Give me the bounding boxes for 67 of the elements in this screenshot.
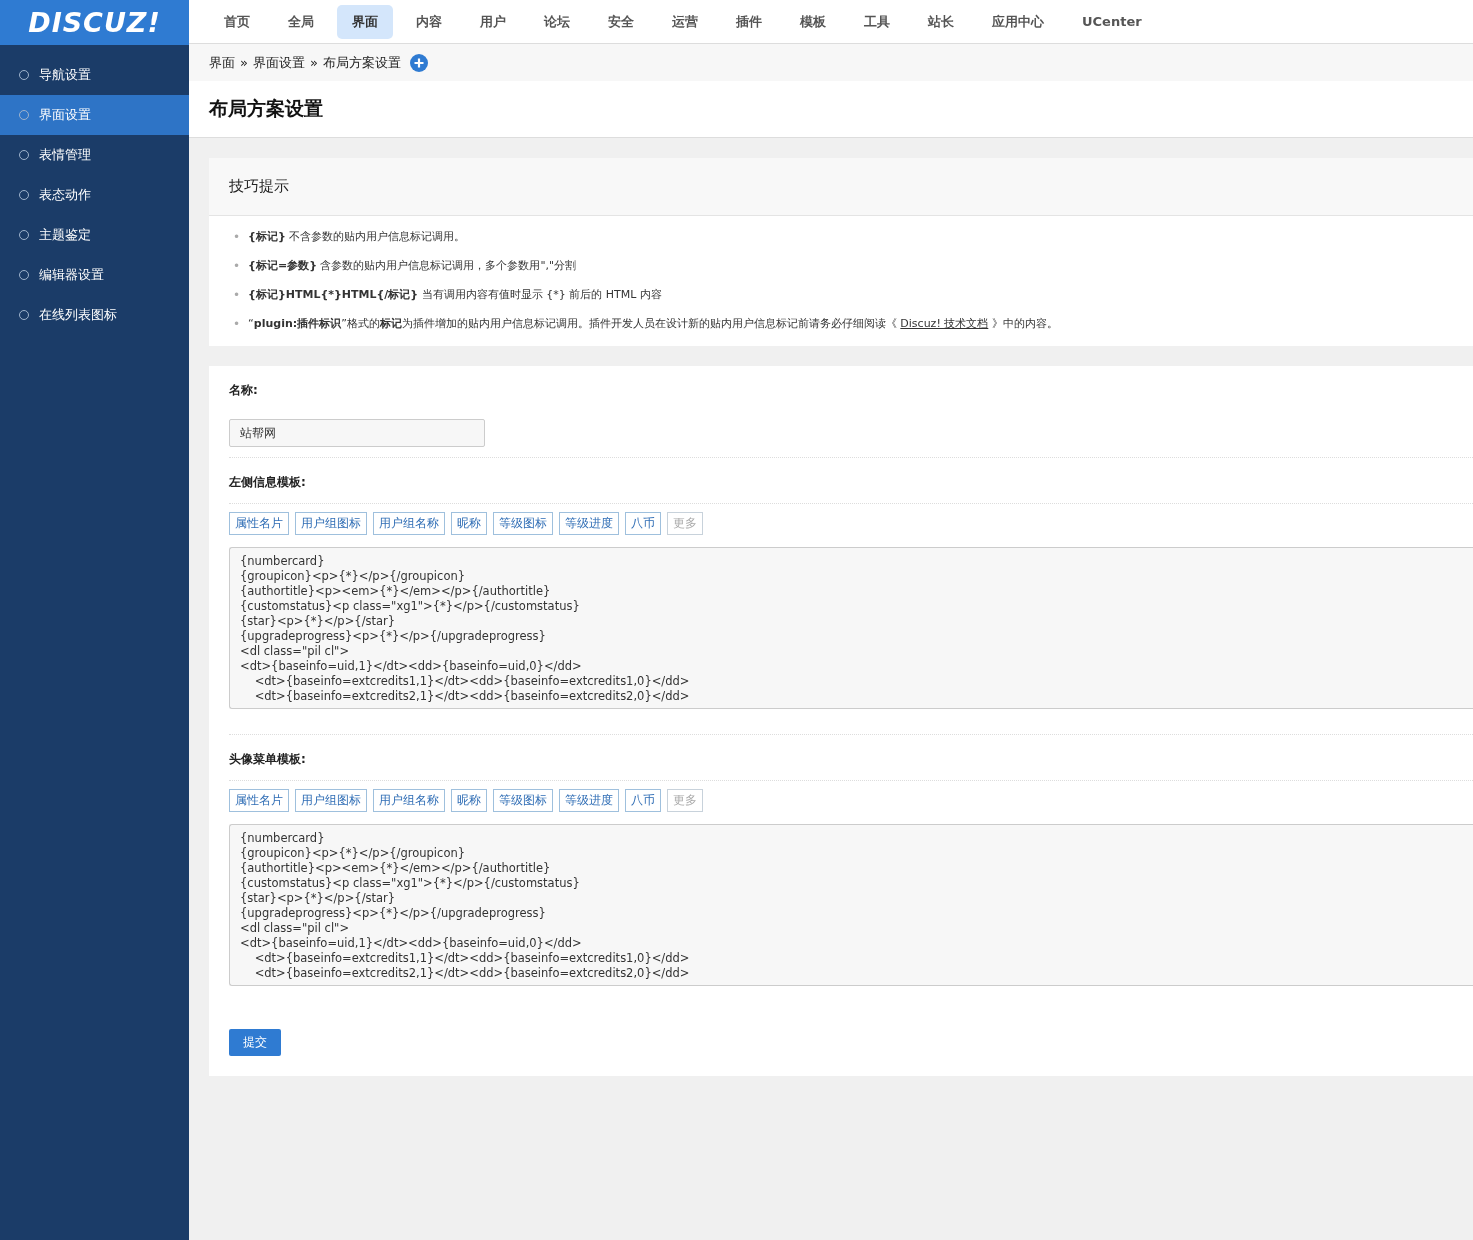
logo: DISCUZ! xyxy=(0,0,189,45)
nav-tab[interactable]: 安全 xyxy=(593,4,649,39)
breadcrumb-item[interactable]: 界面 xyxy=(209,53,235,72)
sidebar-item[interactable]: 表态动作 xyxy=(0,175,189,215)
insert-tag-button[interactable]: 用户组名称 xyxy=(373,789,445,812)
template-textarea[interactable]: {numbercard} {groupicon}<p>{*}</p>{/groupicon} {authortitle}<p><em>{*}</em></p>{/authortitle} {customstatus}<p class="xg1">{*}</p>{/customstatus} {star}<p>{*}</p>{/star} {upgradeprogress}<p>{*}</p>{/upgradeprogress} <dl class="pil cl"> <dt>{baseinfo=uid,1}</dt><dd>{baseinfo=uid,0}</dd> <dt>{baseinfo=extcredits1,1}</dt><dd>{baseinfo=extcredits1,0}</dd> <dt>{baseinfo=extcredits2,1}</dt><dd>{baseinfo=extcredits2,0}</dd> xyxy=(229,824,1473,986)
name-input[interactable]: 站帮网 xyxy=(229,419,485,447)
sidebar-item-label: 界面设置 xyxy=(39,106,91,124)
nav-tab[interactable]: 用户 xyxy=(465,4,521,39)
bullet: • xyxy=(233,315,241,332)
tip-text: {标记} 不含参数的贴内用户信息标记调用。 xyxy=(248,228,466,245)
doc-link[interactable]: Discuz! 技术文档 xyxy=(900,316,989,330)
insert-tag-button[interactable]: 八币 xyxy=(625,789,661,812)
nav-tab[interactable]: 界面 xyxy=(337,4,393,39)
tip-text: {标记=参数} 含参数的贴内用户信息标记调用，多个参数用","分割 xyxy=(248,257,577,274)
insert-tag-button[interactable]: 用户组图标 xyxy=(295,512,367,535)
insert-tag-button[interactable]: 用户组图标 xyxy=(295,789,367,812)
bullet: • xyxy=(233,286,241,303)
nav-tab[interactable]: UCenter xyxy=(1067,6,1157,37)
field-label: 名称: xyxy=(229,382,259,399)
sidebar-item[interactable]: 主题鉴定 xyxy=(0,215,189,255)
nav-tab[interactable]: 工具 xyxy=(849,4,905,39)
insert-tag-button[interactable]: 等级进度 xyxy=(559,789,619,812)
bullet: • xyxy=(233,228,241,245)
nav-tab[interactable]: 模板 xyxy=(785,4,841,39)
breadcrumb-item[interactable]: 布局方案设置 xyxy=(322,53,401,72)
nav-tab[interactable]: 内容 xyxy=(401,4,457,39)
sidebar-item[interactable]: 在线列表图标 xyxy=(0,295,189,335)
sidebar-item-label: 主题鉴定 xyxy=(39,226,91,244)
bullet: • xyxy=(233,257,241,274)
field-label: 左侧信息模板: xyxy=(229,474,307,491)
insert-tag-button[interactable]: 等级图标 xyxy=(493,512,553,535)
insert-tag-button[interactable]: 属性名片 xyxy=(229,512,289,535)
add-icon[interactable] xyxy=(409,53,428,72)
template-textarea[interactable]: {numbercard} {groupicon}<p>{*}</p>{/groupicon} {authortitle}<p><em>{*}</em></p>{/authortitle} {customstatus}<p class="xg1">{*}</p>{/customstatus} {star}<p>{*}</p>{/star} {upgradeprogress}<p>{*}</p>{/upgradeprogress} <dl class="pil cl"> <dt>{baseinfo=uid,1}</dt><dd>{baseinfo=uid,0}</dd> <dt>{baseinfo=extcredits1,1}</dt><dd>{baseinfo=extcredits1,0}</dd> <dt>{baseinfo=extcredits2,1}</dt><dd>{baseinfo=extcredits2,0}</dd> xyxy=(229,547,1473,709)
submit-button[interactable]: 提交 xyxy=(229,1029,281,1056)
sidebar-item[interactable]: 界面设置 xyxy=(0,95,189,135)
sidebar-item-label: 编辑器设置 xyxy=(39,266,104,284)
tips-title: 技巧提示 xyxy=(209,158,1473,216)
sidebar-item[interactable]: 表情管理 xyxy=(0,135,189,175)
nav-tab[interactable]: 应用中心 xyxy=(977,4,1059,39)
breadcrumb-item[interactable]: 界面设置 xyxy=(252,53,305,72)
page-title: 布局方案设置 xyxy=(209,96,323,121)
sidebar-item-label: 导航设置 xyxy=(39,66,91,84)
nav-tab[interactable]: 全局 xyxy=(273,4,329,39)
nav-tab[interactable]: 运营 xyxy=(657,4,713,39)
insert-tag-button[interactable]: 昵称 xyxy=(451,789,487,812)
insert-tag-button[interactable]: 等级进度 xyxy=(559,512,619,535)
insert-tag-button[interactable]: 八币 xyxy=(625,512,661,535)
sidebar-item[interactable]: 编辑器设置 xyxy=(0,255,189,295)
insert-tag-button[interactable]: 用户组名称 xyxy=(373,512,445,535)
tip-text: {标记}HTML{*}HTML{/标记} 当有调用内容有值时显示 {*} 前后的 HTML 内容 xyxy=(248,286,662,303)
tip-text: “plugin:插件标识”格式的标记为插件增加的贴内用户信息标记调用。插件开发人员在设计新的贴内用户信息标记前请务必仔细阅读《 Discuz! 技术文档 》中的内容。 xyxy=(248,315,1058,332)
insert-tag-button[interactable]: 等级图标 xyxy=(493,789,553,812)
sidebar-item-label: 表态动作 xyxy=(39,186,91,204)
sidebar-item[interactable]: 导航设置 xyxy=(0,55,189,95)
nav-tab[interactable]: 论坛 xyxy=(529,4,585,39)
sidebar-item-label: 表情管理 xyxy=(39,146,91,164)
nav-tab[interactable]: 首页 xyxy=(209,4,265,39)
insert-tag-button[interactable]: 属性名片 xyxy=(229,789,289,812)
field-label: 头像菜单模板: xyxy=(229,751,307,768)
nav-tab[interactable]: 插件 xyxy=(721,4,777,39)
breadcrumb-separator: » xyxy=(309,55,318,70)
nav-tab[interactable]: 站长 xyxy=(913,4,969,39)
sidebar-item-label: 在线列表图标 xyxy=(39,306,117,324)
insert-tag-button[interactable]: 昵称 xyxy=(451,512,487,535)
breadcrumb-separator: » xyxy=(240,55,248,70)
